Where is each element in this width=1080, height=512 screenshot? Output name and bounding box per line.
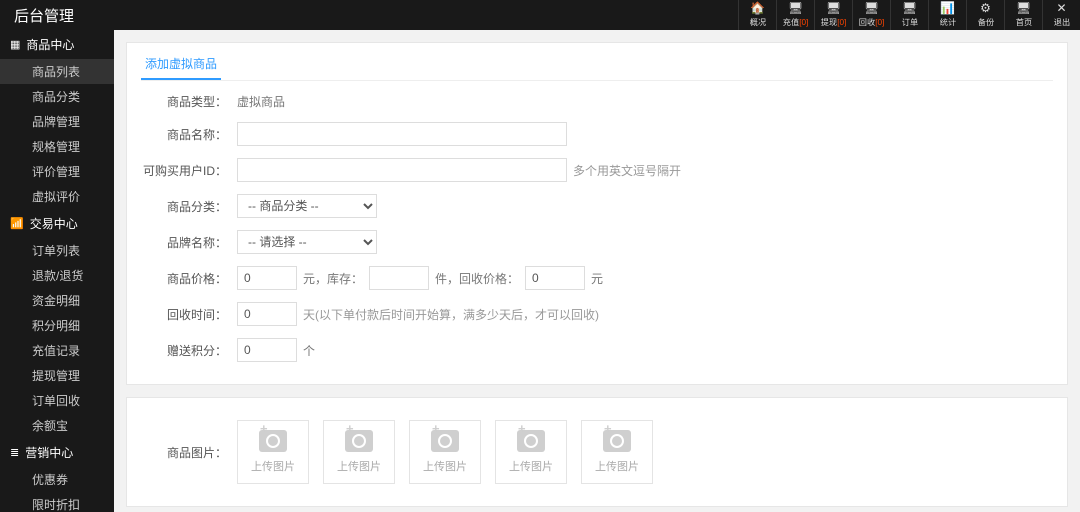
sidebar: ▦商品中心商品列表商品分类品牌管理规格管理评价管理虚拟评价📶交易中心订单列表退款… bbox=[0, 30, 114, 512]
side-item-限时折扣[interactable]: 限时折扣 bbox=[0, 492, 114, 512]
label-price: 商品价格： bbox=[141, 270, 237, 287]
label-brand: 品牌名称： bbox=[141, 234, 237, 251]
统计-icon: 📊 bbox=[940, 2, 955, 14]
unit-recycle: 元 bbox=[591, 270, 603, 287]
回收-icon: 🖥 bbox=[864, 2, 879, 14]
label-category: 商品分类： bbox=[141, 198, 237, 215]
充值-icon: 🖥 bbox=[788, 2, 803, 14]
topnav-首页[interactable]: 🖥首页 bbox=[1004, 0, 1042, 30]
select-brand[interactable]: -- 请选择 -- bbox=[237, 230, 377, 254]
content-area: 添加虚拟商品 商品类型： 虚拟商品 商品名称： 可购买用户ID： 多个用英文逗号… bbox=[114, 30, 1080, 512]
side-item-提现管理[interactable]: 提现管理 bbox=[0, 363, 114, 388]
side-item-订单回收[interactable]: 订单回收 bbox=[0, 388, 114, 413]
value-type: 虚拟商品 bbox=[237, 93, 285, 110]
unit-stock: 件，回收价格： bbox=[435, 270, 519, 287]
备份-icon: ⚙ bbox=[980, 2, 991, 14]
images-card: 商品图片： 上传图片上传图片上传图片上传图片上传图片 bbox=[126, 397, 1068, 507]
unit-price: 元，库存： bbox=[303, 270, 363, 287]
app-title: 后台管理 bbox=[0, 5, 74, 26]
top-bar: 后台管理 🏠概况🖥充值[0]🖥提现[0]🖥回收[0]🖥订单📊统计⚙备份🖥首页✕退… bbox=[0, 0, 1080, 30]
camera-icon bbox=[345, 430, 373, 452]
select-category[interactable]: -- 商品分类 -- bbox=[237, 194, 377, 218]
top-nav: 🏠概况🖥充值[0]🖥提现[0]🖥回收[0]🖥订单📊统计⚙备份🖥首页✕退出 bbox=[738, 0, 1080, 30]
side-group-营销中心[interactable]: ≣营销中心 bbox=[0, 438, 114, 467]
概况-icon: 🏠 bbox=[750, 2, 765, 14]
topnav-提现[interactable]: 🖥提现[0] bbox=[814, 0, 852, 30]
input-recycle-time[interactable] bbox=[237, 302, 297, 326]
订单-icon: 🖥 bbox=[902, 2, 917, 14]
side-item-充值记录[interactable]: 充值记录 bbox=[0, 338, 114, 363]
side-item-优惠券[interactable]: 优惠券 bbox=[0, 467, 114, 492]
unit-points: 个 bbox=[303, 342, 315, 359]
side-item-商品分类[interactable]: 商品分类 bbox=[0, 84, 114, 109]
side-group-交易中心[interactable]: 📶交易中心 bbox=[0, 209, 114, 238]
upload-slot-5[interactable]: 上传图片 bbox=[581, 420, 653, 484]
side-item-订单列表[interactable]: 订单列表 bbox=[0, 238, 114, 263]
topnav-统计[interactable]: 📊统计 bbox=[928, 0, 966, 30]
side-item-积分明细[interactable]: 积分明细 bbox=[0, 313, 114, 338]
input-recycle-price[interactable] bbox=[525, 266, 585, 290]
side-group-商品中心[interactable]: ▦商品中心 bbox=[0, 30, 114, 59]
topnav-回收[interactable]: 🖥回收[0] bbox=[852, 0, 890, 30]
input-buyer-ids[interactable] bbox=[237, 158, 567, 182]
topnav-订单[interactable]: 🖥订单 bbox=[890, 0, 928, 30]
topnav-退出[interactable]: ✕退出 bbox=[1042, 0, 1080, 30]
提现-icon: 🖥 bbox=[826, 2, 841, 14]
group-icon: ▦ bbox=[10, 38, 20, 51]
side-item-虚拟评价[interactable]: 虚拟评价 bbox=[0, 184, 114, 209]
group-icon: ≣ bbox=[10, 446, 19, 459]
tab-add-virtual[interactable]: 添加虚拟商品 bbox=[141, 53, 221, 80]
camera-icon bbox=[431, 430, 459, 452]
side-item-评价管理[interactable]: 评价管理 bbox=[0, 159, 114, 184]
upload-slot-1[interactable]: 上传图片 bbox=[237, 420, 309, 484]
side-item-资金明细[interactable]: 资金明细 bbox=[0, 288, 114, 313]
camera-icon bbox=[517, 430, 545, 452]
upload-slot-4[interactable]: 上传图片 bbox=[495, 420, 567, 484]
input-name[interactable] bbox=[237, 122, 567, 146]
form-card: 添加虚拟商品 商品类型： 虚拟商品 商品名称： 可购买用户ID： 多个用英文逗号… bbox=[126, 42, 1068, 385]
group-icon: 📶 bbox=[10, 217, 24, 230]
topnav-备份[interactable]: ⚙备份 bbox=[966, 0, 1004, 30]
side-item-规格管理[interactable]: 规格管理 bbox=[0, 134, 114, 159]
label-name: 商品名称： bbox=[141, 126, 237, 143]
side-item-退款/退货[interactable]: 退款/退货 bbox=[0, 263, 114, 288]
upload-slot-3[interactable]: 上传图片 bbox=[409, 420, 481, 484]
side-item-余额宝[interactable]: 余额宝 bbox=[0, 413, 114, 438]
camera-icon bbox=[603, 430, 631, 452]
首页-icon: 🖥 bbox=[1016, 2, 1031, 14]
input-stock[interactable] bbox=[369, 266, 429, 290]
退出-icon: ✕ bbox=[1056, 2, 1066, 14]
side-item-品牌管理[interactable]: 品牌管理 bbox=[0, 109, 114, 134]
label-images: 商品图片： bbox=[141, 444, 237, 461]
label-recycle-time: 回收时间： bbox=[141, 306, 237, 323]
upload-slot-2[interactable]: 上传图片 bbox=[323, 420, 395, 484]
input-price[interactable] bbox=[237, 266, 297, 290]
tab-row: 添加虚拟商品 bbox=[141, 53, 1053, 81]
input-points[interactable] bbox=[237, 338, 297, 362]
topnav-概况[interactable]: 🏠概况 bbox=[738, 0, 776, 30]
label-points: 赠送积分： bbox=[141, 342, 237, 359]
upload-row: 上传图片上传图片上传图片上传图片上传图片 bbox=[237, 420, 653, 484]
hint-recycle-time: 天(以下单付款后时间开始算，满多少天后，才可以回收) bbox=[303, 306, 599, 323]
camera-icon bbox=[259, 430, 287, 452]
topnav-充值[interactable]: 🖥充值[0] bbox=[776, 0, 814, 30]
hint-buyer: 多个用英文逗号隔开 bbox=[573, 162, 681, 179]
label-type: 商品类型： bbox=[141, 93, 237, 110]
side-item-商品列表[interactable]: 商品列表 bbox=[0, 59, 114, 84]
label-buyer: 可购买用户ID： bbox=[141, 162, 237, 179]
